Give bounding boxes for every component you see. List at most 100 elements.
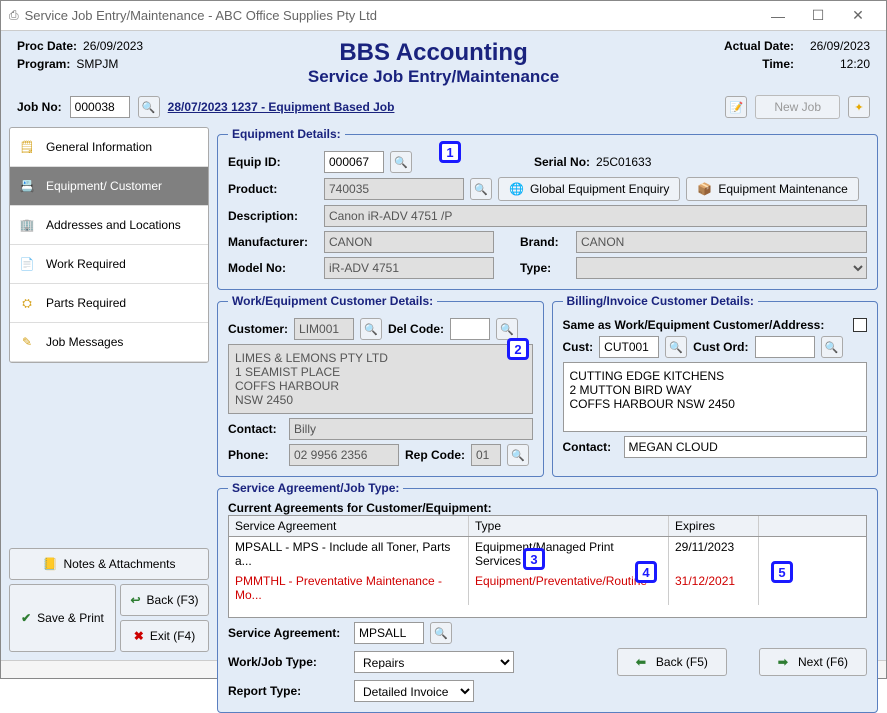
- sidebar-item-messages[interactable]: ✎Job Messages: [10, 323, 208, 362]
- customer-search-icon[interactable]: 🔍: [360, 318, 382, 340]
- bcontact-label: Contact:: [563, 440, 618, 454]
- global-enquiry-label: Global Equipment Enquiry: [530, 182, 669, 196]
- phone-label: Phone:: [228, 448, 283, 462]
- maximize-button[interactable]: ☐: [798, 7, 838, 24]
- next-f6-label: Next (F6): [798, 655, 848, 669]
- callout-2: 2: [507, 338, 529, 360]
- customer-label: Customer:: [228, 322, 288, 336]
- time-label: Time:: [724, 57, 794, 71]
- job-link[interactable]: 28/07/2023 1237 - Equipment Based Job: [168, 100, 395, 114]
- jobno-field[interactable]: [70, 96, 130, 118]
- sa-search-icon[interactable]: 🔍: [430, 622, 452, 644]
- exit-button[interactable]: ✖ Exit (F4): [120, 620, 209, 652]
- type-label: Type:: [520, 261, 570, 275]
- arrow-right-icon: ➡: [778, 655, 788, 669]
- equipid-search-icon[interactable]: 🔍: [390, 151, 412, 173]
- sidebar-label-addresses: Addresses and Locations: [46, 218, 181, 232]
- serial-label: Serial No:: [534, 155, 590, 169]
- next-f6-button[interactable]: ➡ Next (F6): [759, 648, 867, 676]
- save-print-button[interactable]: ✔ Save & Print: [9, 584, 116, 652]
- bcontact-field[interactable]: [624, 436, 868, 458]
- desc-label: Description:: [228, 209, 318, 223]
- reporttype-select[interactable]: Detailed Invoice: [354, 680, 474, 702]
- world-icon: 🌐: [509, 182, 524, 196]
- sidebar-list: 🗒General Information 📇Equipment/ Custome…: [9, 127, 209, 363]
- sidebar-item-addresses[interactable]: 🏢 Addresses and Locations: [10, 206, 208, 245]
- bill-address-box: CUTTING EDGE KITCHENS 2 MUTTON BIRD WAY …: [563, 362, 868, 432]
- wcontact-field: [289, 418, 533, 440]
- exit-label: Exit (F4): [150, 629, 195, 643]
- bcust-field[interactable]: [599, 336, 659, 358]
- th-sa[interactable]: Service Agreement: [229, 516, 469, 536]
- worktype-select[interactable]: Repairs: [354, 651, 514, 673]
- work-customer-group: Work/Equipment Customer Details: Custome…: [217, 294, 544, 477]
- brand-field: [576, 231, 867, 253]
- notes-icon: 📒: [42, 557, 57, 571]
- repcode-search-icon[interactable]: 🔍: [507, 444, 529, 466]
- jobno-search-icon[interactable]: 🔍: [138, 96, 160, 118]
- repcode-field: [471, 444, 501, 466]
- arrow-left-icon: ⬅: [636, 655, 646, 669]
- mfr-label: Manufacturer:: [228, 235, 318, 249]
- addresses-icon: 🏢: [18, 216, 36, 234]
- close-button[interactable]: ✕: [838, 7, 878, 24]
- back-f5-label: Back (F5): [656, 655, 708, 669]
- model-field: [324, 257, 494, 279]
- back-f5-button[interactable]: ⬅ Back (F5): [617, 648, 727, 676]
- billing-customer-group: Billing/Invoice Customer Details: Same a…: [552, 294, 879, 477]
- sa-field[interactable]: [354, 622, 424, 644]
- service-agreement-legend: Service Agreement/Job Type:: [228, 481, 403, 495]
- custord-field[interactable]: [755, 336, 815, 358]
- titlebar: ⎙ Service Job Entry/Maintenance - ABC Of…: [1, 1, 886, 31]
- sameas-label: Same as Work/Equipment Customer/Address:: [563, 318, 848, 332]
- add-job-icon[interactable]: ✦: [848, 96, 870, 118]
- jobno-label: Job No:: [17, 100, 62, 114]
- equipment-maintenance-button[interactable]: 📦Equipment Maintenance: [686, 177, 858, 201]
- equipment-legend: Equipment Details:: [228, 127, 345, 141]
- notes-label: Notes & Attachments: [63, 557, 175, 571]
- th-type[interactable]: Type: [469, 516, 669, 536]
- back-button[interactable]: ↩Back (F3): [120, 584, 209, 616]
- th-blank: [759, 516, 866, 536]
- sidebar-label-equipment: Equipment/ Customer: [46, 179, 162, 193]
- sidebar-item-work[interactable]: 📄Work Required: [10, 245, 208, 284]
- service-agreement-group: Service Agreement/Job Type: Current Agre…: [217, 481, 878, 713]
- app-icon: ⎙: [9, 8, 19, 23]
- exit-icon: ✖: [134, 629, 144, 643]
- bcust-search-icon[interactable]: 🔍: [665, 336, 687, 358]
- sidebar-label-parts: Parts Required: [46, 296, 126, 310]
- custord-label: Cust Ord:: [693, 340, 748, 354]
- th-expires[interactable]: Expires: [669, 516, 759, 536]
- brand-label: Brand:: [520, 235, 570, 249]
- app-title: BBS Accounting: [143, 39, 724, 67]
- new-job-button[interactable]: New Job: [755, 95, 840, 119]
- note-icon[interactable]: 📝: [725, 96, 747, 118]
- product-search-icon[interactable]: 🔍: [470, 178, 492, 200]
- notes-attachments-button[interactable]: 📒 Notes & Attachments: [9, 548, 209, 580]
- check-icon: ✔: [21, 611, 31, 625]
- program-label: Program:: [17, 57, 70, 71]
- back-arrow-icon: ↩: [130, 593, 140, 607]
- sidebar-item-parts[interactable]: ⛭ Parts Required: [10, 284, 208, 323]
- maint-icon: 📦: [697, 182, 712, 196]
- parts-icon: ⛭: [18, 294, 36, 312]
- desc-field: [324, 205, 867, 227]
- custord-search-icon[interactable]: 🔍: [821, 336, 843, 358]
- actual-date-label: Actual Date:: [724, 39, 794, 53]
- delcode-field[interactable]: [450, 318, 490, 340]
- global-enquiry-button[interactable]: 🌐 Global Equipment Enquiry: [498, 177, 680, 201]
- product-label: Product:: [228, 182, 318, 196]
- minimize-button[interactable]: —: [758, 8, 798, 24]
- sidebar-item-general[interactable]: 🗒General Information: [10, 128, 208, 167]
- serial-value: 25C01633: [596, 155, 651, 169]
- sidebar-item-equipment[interactable]: 📇Equipment/ Customer: [10, 167, 208, 206]
- delcode-search-icon[interactable]: 🔍: [496, 318, 518, 340]
- window-title: Service Job Entry/Maintenance - ABC Offi…: [25, 8, 758, 23]
- save-print-label: Save & Print: [37, 611, 104, 625]
- type-select[interactable]: [576, 257, 867, 279]
- equipment-details-group: Equipment Details: Equip ID: 🔍 Serial No…: [217, 127, 878, 290]
- sameas-checkbox[interactable]: [853, 318, 867, 332]
- sidebar-label-general: General Information: [46, 140, 152, 154]
- messages-icon: ✎: [18, 333, 36, 351]
- equipid-field[interactable]: [324, 151, 384, 173]
